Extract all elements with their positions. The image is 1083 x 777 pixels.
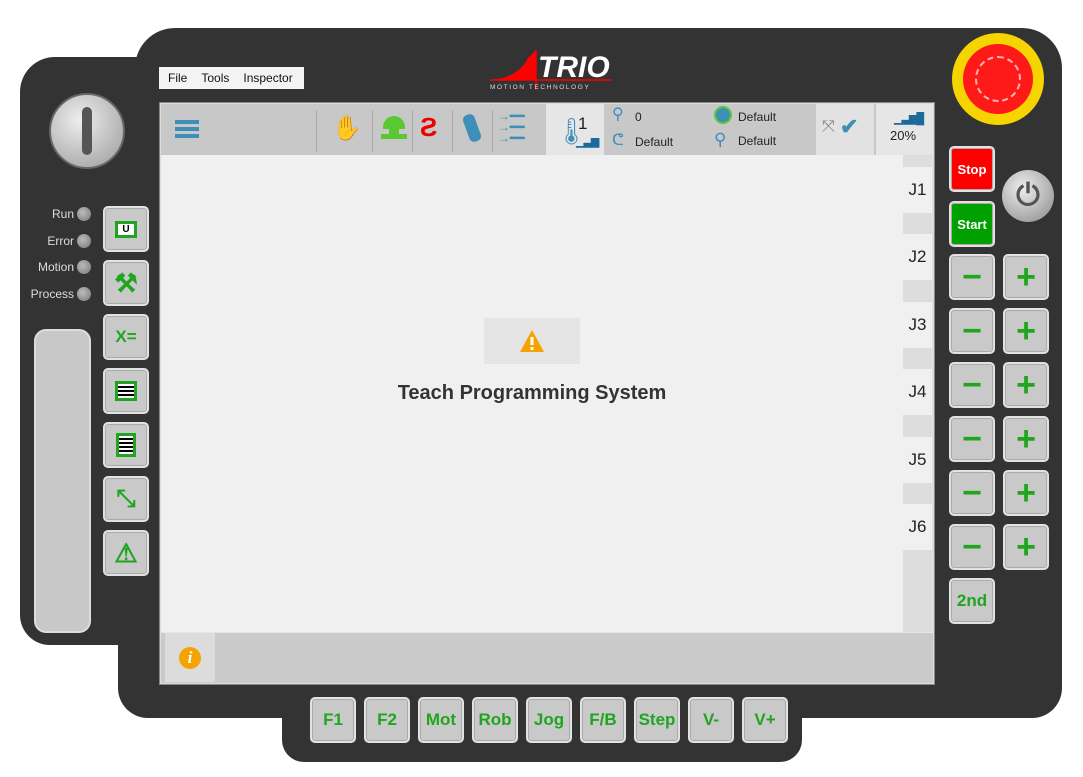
- tool-number-value[interactable]: 0: [635, 110, 642, 124]
- variables-button[interactable]: X=: [103, 314, 149, 360]
- j6-minus-button[interactable]: −: [949, 524, 995, 570]
- j5-minus-button[interactable]: −: [949, 470, 995, 516]
- forward-backward-button[interactable]: F/B: [580, 697, 626, 743]
- j4-plus-button[interactable]: +: [1003, 416, 1049, 462]
- axes-icon: ⤧: [822, 118, 835, 135]
- joint-tab-j5[interactable]: J5: [903, 437, 932, 483]
- key-switch[interactable]: [49, 93, 125, 169]
- j4-minus-button[interactable]: −: [949, 416, 995, 462]
- menu-inspector[interactable]: Inspector: [243, 71, 292, 85]
- j3-plus-button[interactable]: +: [1003, 362, 1049, 408]
- led-label-run: Run: [51, 207, 74, 221]
- led-label-error: Error: [47, 234, 74, 248]
- servo-power-icon[interactable]: [381, 116, 407, 142]
- rotate-arrows-icon: [975, 56, 1021, 102]
- variables-icon: X=: [115, 327, 137, 346]
- j5-plus-button[interactable]: +: [1003, 470, 1049, 516]
- gripper-icon: ᕦ: [612, 132, 624, 149]
- coordinates-button[interactable]: ⤡: [103, 476, 149, 522]
- speed-panel[interactable]: ▁▃▆█ 20%: [876, 104, 933, 155]
- user-level-panel[interactable]: 🌡 1 ▁▃▆: [546, 104, 604, 155]
- hamburger-menu-icon[interactable]: [175, 120, 199, 138]
- joint-tab-j1[interactable]: J1: [903, 167, 932, 213]
- warning-triangle-icon: ⚠: [114, 537, 138, 568]
- base-frame-icon: [714, 106, 732, 124]
- velocity-down-button[interactable]: V-: [688, 697, 734, 743]
- gripper-value[interactable]: Default: [635, 135, 673, 149]
- joint-tab-j3[interactable]: J3: [903, 302, 932, 348]
- process-led: [77, 287, 91, 301]
- info-button[interactable]: i: [165, 633, 215, 682]
- svg-text:MOTION TECHNOLOGY: MOTION TECHNOLOGY: [490, 84, 590, 91]
- info-bar: [161, 632, 933, 683]
- toolbar-divider: [492, 110, 493, 152]
- power-button[interactable]: ⏻: [1002, 170, 1054, 222]
- power-icon: ⏻: [1016, 179, 1040, 212]
- j1-plus-button[interactable]: +: [1003, 254, 1049, 300]
- toolbar-divider: [316, 110, 317, 152]
- user-program-button[interactable]: U: [103, 206, 149, 252]
- svg-text:TRIO: TRIO: [538, 51, 610, 84]
- toolbar-divider: [372, 110, 373, 152]
- trio-logo: TRIO MOTION TECHNOLOGY: [490, 50, 612, 91]
- robot-button[interactable]: Rob: [472, 697, 518, 743]
- joint-link-icon: ✔: [840, 114, 859, 139]
- toolbar-divider: [452, 110, 453, 152]
- stop-button[interactable]: Stop: [949, 146, 995, 192]
- page-title: Teach Programming System: [397, 382, 667, 404]
- hand-guiding-icon[interactable]: ✋: [332, 114, 362, 143]
- key-switch-handle: [82, 107, 92, 155]
- j2-plus-button[interactable]: +: [1003, 308, 1049, 354]
- document-icon: [116, 433, 136, 457]
- menu-file[interactable]: File: [168, 71, 187, 85]
- menu-tools[interactable]: Tools: [201, 71, 229, 85]
- joint-tab-j6[interactable]: J6: [903, 504, 932, 550]
- wrench-icon: ⚒: [114, 267, 138, 298]
- user-program-icon: U: [115, 220, 137, 238]
- user-frame-value[interactable]: Default: [738, 134, 776, 148]
- joint-tab-j2[interactable]: J2: [903, 234, 932, 280]
- motion-button[interactable]: Mot: [418, 697, 464, 743]
- f2-button[interactable]: F2: [364, 697, 410, 743]
- motion-led: [77, 260, 91, 274]
- run-led: [77, 207, 91, 221]
- j2-minus-button[interactable]: −: [949, 308, 995, 354]
- j1-minus-button[interactable]: −: [949, 254, 995, 300]
- robot-arm-icon[interactable]: Ƨ: [420, 112, 437, 143]
- user-frame-icon: ⚲: [714, 130, 727, 149]
- warning-icon: [520, 330, 544, 352]
- info-icon: i: [179, 646, 201, 669]
- second-function-button[interactable]: 2nd: [949, 578, 995, 624]
- program-list-button[interactable]: [103, 422, 149, 468]
- step-button[interactable]: Step: [634, 697, 680, 743]
- toolbar-divider: [412, 110, 413, 152]
- axis-arrow-icon: ⤡: [116, 485, 136, 512]
- j6-plus-button[interactable]: +: [1003, 524, 1049, 570]
- folder-icon: [115, 381, 137, 401]
- menu-bar: File Tools Inspector: [159, 67, 304, 89]
- warning-icon-box: [484, 318, 580, 364]
- joint-tab-j4[interactable]: J4: [903, 369, 932, 415]
- jog-mode-panel[interactable]: ⤧ ✔: [816, 104, 874, 155]
- speed-bars-icon: ▁▃▆█: [894, 113, 924, 125]
- program-steps-icon[interactable]: →━━ →━━ →━━: [498, 110, 524, 144]
- base-frame-value[interactable]: Default: [738, 110, 776, 124]
- speed-value: 20%: [890, 128, 917, 143]
- signal-bars-icon: ▁▃▆: [576, 136, 599, 148]
- tool-number-icon: ⚲: [612, 106, 624, 123]
- alarm-button[interactable]: ⚠: [103, 530, 149, 576]
- led-label-process: Process: [30, 287, 74, 301]
- error-led: [77, 234, 91, 248]
- emergency-stop-button[interactable]: [952, 33, 1044, 125]
- f1-button[interactable]: F1: [310, 697, 356, 743]
- j3-minus-button[interactable]: −: [949, 362, 995, 408]
- tools-button[interactable]: ⚒: [103, 260, 149, 306]
- velocity-up-button[interactable]: V+: [742, 697, 788, 743]
- start-button[interactable]: Start: [949, 201, 995, 247]
- jog-button[interactable]: Jog: [526, 697, 572, 743]
- enable-slider[interactable]: [34, 329, 91, 633]
- user-level-value: 1: [578, 114, 588, 133]
- folder-button[interactable]: [103, 368, 149, 414]
- led-label-motion: Motion: [37, 260, 74, 274]
